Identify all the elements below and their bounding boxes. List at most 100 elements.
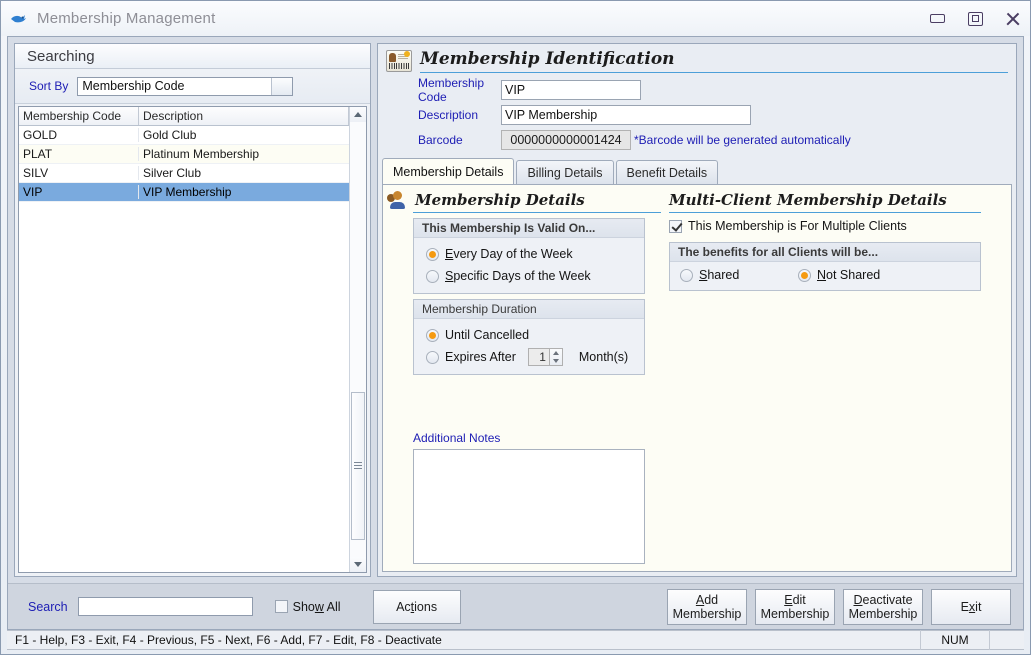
radio-every-day[interactable]: Every Day of the Week — [414, 243, 644, 265]
duration-title: Membership Duration — [414, 300, 644, 319]
add-line2: Membership — [672, 606, 742, 621]
radio-expires-after[interactable]: Expires After 1 Month(s) — [414, 346, 644, 368]
membership-code-label: Membership Code — [418, 75, 485, 104]
grid-header-row: Membership Code Description — [19, 107, 349, 126]
radio-until-cancelled-label: Until Cancelled — [445, 328, 530, 342]
membership-grid: Membership Code Description GOLD Gold Cl… — [19, 107, 349, 572]
cell-description: Silver Club — [143, 166, 202, 180]
deactivate-line2: Membership — [848, 606, 918, 621]
minimize-icon[interactable] — [926, 9, 948, 29]
additional-notes-input[interactable] — [413, 449, 645, 564]
valid-on-group: This Membership Is Valid On... Every Day… — [413, 218, 645, 294]
app-bird-icon — [9, 10, 29, 28]
membership-code-input[interactable]: VIP — [501, 79, 641, 100]
search-input[interactable] — [77, 597, 253, 616]
tab-membership-details[interactable]: Membership Details — [382, 158, 515, 184]
window-title: Membership Management — [37, 10, 216, 27]
barcode-note: *Barcode will be generated automatically — [634, 132, 851, 147]
sort-by-select[interactable]: Membership Code — [77, 76, 294, 96]
exit-button[interactable]: Exit — [931, 588, 1011, 625]
additional-notes-block: Additional Notes — [413, 431, 645, 564]
cell-code: VIP — [19, 185, 139, 199]
accel-e: E — [784, 592, 793, 607]
valid-on-title: This Membership Is Valid On... — [414, 219, 644, 238]
actions-button[interactable]: Actions — [372, 589, 461, 624]
detail-panel: Membership Identification Membership Cod… — [377, 43, 1017, 577]
status-extra-cell — [989, 630, 1024, 650]
column-header-description[interactable]: Description — [139, 107, 349, 125]
membership-details-heading: Membership Details — [387, 191, 661, 209]
radio-shared-label: hared — [707, 268, 740, 282]
multi-client-column: Multi-Client Membership Details This Mem… — [661, 185, 1011, 571]
searching-panel: Searching Sort By Membership Code Member… — [14, 43, 371, 577]
deactivate-membership-button[interactable]: Deactivate Membership — [843, 588, 923, 625]
months-value[interactable]: 1 — [527, 348, 550, 366]
show-all-post: All — [323, 599, 341, 614]
section-rule — [413, 212, 661, 213]
restore-icon[interactable] — [964, 9, 986, 29]
search-controls: Search Show All Actions — [14, 589, 461, 624]
edit-membership-button[interactable]: Edit Membership — [755, 588, 835, 625]
chevron-down-icon[interactable] — [271, 77, 293, 95]
description-input[interactable]: VIP Membership — [501, 104, 751, 125]
barcode-label: Barcode — [418, 132, 463, 147]
radio-every-day-label: very Day of the Week — [453, 247, 573, 261]
status-bar: F1 - Help, F3 - Exit, F4 - Previous, F5 … — [7, 630, 1024, 650]
cell-description: Gold Club — [143, 128, 197, 142]
edit-line1: dit — [792, 592, 806, 607]
search-label: Search — [28, 599, 68, 614]
months-stepper[interactable]: 1 — [527, 348, 563, 366]
radio-not-shared[interactable]: Not Shared — [798, 268, 880, 282]
checkbox-icon[interactable] — [274, 600, 288, 613]
multiple-clients-label: This Membership is For Multiple Clients — [688, 219, 907, 233]
close-icon[interactable] — [1002, 9, 1024, 29]
client-area: Searching Sort By Membership Code Member… — [7, 36, 1024, 630]
table-row[interactable]: GOLD Gold Club — [19, 126, 349, 145]
add-membership-button[interactable]: Add Membership — [667, 588, 747, 625]
cell-code: SILV — [19, 166, 139, 180]
scroll-up-icon[interactable] — [350, 107, 366, 122]
radio-not-shared-label: ot Shared — [826, 268, 881, 282]
months-suffix: Month(s) — [578, 350, 629, 364]
table-row[interactable]: SILV Silver Club — [19, 164, 349, 183]
multiple-clients-checkbox-row[interactable]: This Membership is For Multiple Clients — [669, 219, 1003, 233]
tab-billing-details[interactable]: Billing Details — [516, 160, 614, 184]
benefits-options: Shared Not Shared — [670, 262, 980, 290]
application-window: Membership Management Searching Sort By … — [0, 0, 1031, 655]
cell-code: PLAT — [19, 147, 139, 161]
barcode-row: Barcode 0000000000001424 *Barcode will b… — [386, 127, 1008, 152]
radio-specific-days[interactable]: Specific Days of the Week — [414, 265, 644, 287]
window-controls — [926, 1, 1024, 36]
radio-shared[interactable]: Shared — [680, 268, 798, 282]
scroll-down-icon[interactable] — [350, 557, 366, 572]
radio-icon — [426, 269, 439, 283]
num-lock-indicator: NUM — [920, 630, 989, 650]
cell-code: GOLD — [19, 128, 139, 142]
add-line1: dd — [704, 592, 719, 607]
stepper-down-icon[interactable] — [552, 359, 559, 363]
exit-pre: E — [960, 599, 969, 614]
tab-benefit-details[interactable]: Benefit Details — [615, 160, 719, 184]
scroll-track[interactable] — [350, 122, 366, 557]
radio-specific-days-label: pecific Days of the Week — [453, 269, 591, 283]
stepper-buttons[interactable] — [549, 348, 563, 366]
benefits-title: The benefits for all Clients will be... — [670, 243, 980, 262]
table-row[interactable]: PLAT Platinum Membership — [19, 145, 349, 164]
table-row-selected[interactable]: VIP VIP Membership — [19, 183, 349, 202]
show-all-pre: Sho — [292, 599, 315, 614]
stepper-up-icon[interactable] — [552, 351, 559, 355]
accel-w: w — [314, 599, 324, 614]
accel-a: A — [695, 592, 705, 607]
radio-expires-after-label: Expires After — [445, 350, 516, 364]
grid-empty-area — [19, 202, 349, 572]
column-header-code[interactable]: Membership Code — [19, 107, 139, 125]
show-all-checkbox-row[interactable]: Show All — [274, 599, 341, 614]
actions-pre: Ac — [396, 599, 411, 614]
checkbox-icon[interactable] — [669, 219, 682, 233]
benefits-group: The benefits for all Clients will be... … — [669, 242, 981, 291]
list-scrollbar[interactable] — [349, 107, 366, 572]
radio-icon — [426, 350, 439, 364]
scroll-thumb[interactable] — [351, 391, 365, 540]
benefits-row: Shared Not Shared — [670, 264, 980, 286]
radio-until-cancelled[interactable]: Until Cancelled — [414, 324, 644, 346]
